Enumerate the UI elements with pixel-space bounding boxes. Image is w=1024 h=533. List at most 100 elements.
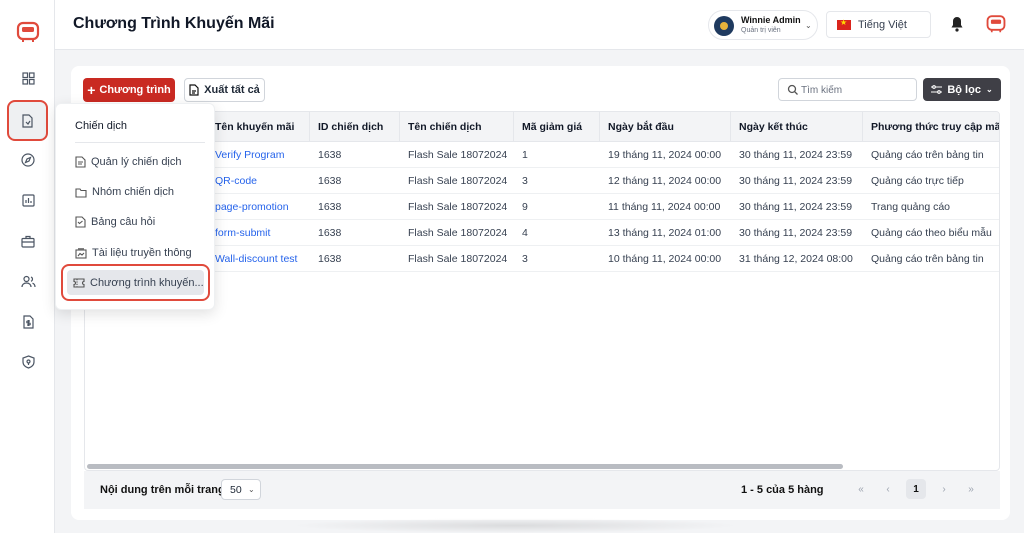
menu-item-promotions[interactable]: Chương trình khuyến... — [67, 270, 204, 295]
per-page-select[interactable]: 50 ⌄ — [221, 479, 261, 500]
campaign-id: 1638 — [318, 149, 342, 161]
document-icon — [189, 84, 199, 96]
bell-icon[interactable] — [948, 15, 966, 33]
briefcase-icon[interactable] — [18, 231, 38, 251]
end-date: 30 tháng 11, 2024 23:59 — [739, 175, 853, 187]
user-menu[interactable]: Winnie Admin Quản trị viên ⌄ — [708, 10, 818, 40]
report-icon[interactable] — [18, 190, 38, 210]
add-program-button[interactable]: + Chương trình — [83, 78, 175, 102]
promotion-name-link[interactable]: page-promotion — [215, 201, 289, 213]
column-header[interactable]: Ngày kết thúc — [739, 121, 808, 133]
language-selector[interactable]: Tiếng Việt — [826, 11, 931, 38]
page-title: Chương Trình Khuyến Mãi — [73, 15, 275, 32]
column-header[interactable]: Mã giảm giá — [522, 121, 582, 133]
divider — [75, 142, 205, 143]
campaign-name: Flash Sale 18072024 — [408, 175, 508, 187]
menu-item-campaign-management[interactable]: Quản lý chiến dịch — [75, 152, 182, 172]
column-header[interactable]: ID chiến dịch — [318, 121, 383, 133]
language-label: Tiếng Việt — [858, 19, 907, 31]
per-page-value: 50 — [230, 484, 242, 496]
document-list-icon — [75, 156, 86, 168]
table-header: Tên khuyến mãi ID chiến dịch Tên chiến d… — [85, 112, 999, 142]
column-header[interactable]: Ngày bắt đầu — [608, 121, 674, 133]
first-page-button[interactable]: « — [851, 479, 871, 499]
pagination-footer: Nội dung trên mỗi trang: 50 ⌄ 1 - 5 của … — [84, 471, 1000, 509]
export-all-button[interactable]: Xuất tất cả — [184, 78, 265, 102]
promotions-table: Tên khuyến mãi ID chiến dịch Tên chiến d… — [84, 111, 1000, 471]
search-input[interactable] — [801, 82, 911, 98]
end-date: 30 tháng 11, 2024 23:59 — [739, 149, 853, 161]
discount-code: 3 — [522, 175, 528, 187]
ticket-icon — [73, 277, 85, 288]
promotion-name-link[interactable]: form-submit — [215, 227, 270, 239]
folder-icon — [75, 187, 87, 198]
campaign-name: Flash Sale 18072024 — [408, 149, 508, 161]
chevron-down-icon: ⌄ — [248, 485, 255, 494]
start-date: 19 tháng 11, 2024 00:00 — [608, 149, 722, 161]
column-header[interactable]: Tên khuyến mãi — [215, 121, 294, 133]
next-page-button[interactable]: › — [934, 479, 954, 499]
user-role: Quản trị viên — [741, 27, 781, 34]
dashboard-icon[interactable] — [18, 68, 38, 88]
user-name: Winnie Admin — [741, 15, 801, 25]
billing-icon[interactable] — [18, 312, 38, 332]
promotion-name-link[interactable]: QR-code — [215, 175, 257, 187]
campaign-name: Flash Sale 18072024 — [408, 253, 508, 265]
campaign-submenu: Chiến dịch Quản lý chiến dịch Nhóm chiến… — [55, 103, 215, 310]
access-method: Quảng cáo trực tiếp — [871, 175, 964, 187]
current-page-button[interactable]: 1 — [906, 479, 926, 499]
avatar — [714, 16, 734, 36]
menu-item-label: Nhóm chiến dịch — [92, 186, 174, 198]
campaign-id: 1638 — [318, 175, 342, 187]
discount-code: 1 — [522, 149, 528, 161]
end-date: 31 tháng 12, 2024 08:00 — [739, 253, 853, 265]
plus-icon: + — [87, 82, 96, 98]
brand-logo-icon[interactable] — [15, 18, 41, 44]
assistant-robot-icon[interactable] — [985, 12, 1007, 34]
menu-item-media-docs[interactable]: Tài liệu truyền thông — [75, 243, 192, 263]
column-header[interactable]: Phương thức truy cập mã — [871, 121, 999, 133]
menu-item-promotions-highlight: Chương trình khuyến... — [61, 264, 210, 301]
menu-item-label: Chương trình khuyến... — [90, 276, 204, 289]
table-row[interactable]: Verify Program 1638 Flash Sale 18072024 … — [85, 142, 999, 168]
filter-button[interactable]: Bộ lọc ⌄ — [923, 78, 1001, 101]
promotion-name-link[interactable]: Verify Program — [215, 149, 284, 161]
menu-item-label: Quản lý chiến dịch — [91, 156, 182, 168]
menu-item-campaign-groups[interactable]: Nhóm chiến dịch — [75, 182, 174, 202]
menu-item-questionnaire[interactable]: Bảng câu hỏi — [75, 212, 155, 232]
campaign-name: Flash Sale 18072024 — [408, 201, 508, 213]
sidebar — [0, 0, 55, 533]
last-page-button[interactable]: » — [961, 479, 981, 499]
compass-icon[interactable] — [18, 150, 38, 170]
access-method: Quảng cáo trên bảng tin — [871, 149, 984, 161]
prev-page-button[interactable]: ‹ — [878, 479, 898, 499]
chevron-down-icon: ⌄ — [985, 85, 993, 94]
campaign-id: 1638 — [318, 227, 342, 239]
discount-code: 3 — [522, 253, 528, 265]
menu-item-label: Tài liệu truyền thông — [92, 247, 192, 259]
media-icon — [75, 247, 87, 259]
security-icon[interactable] — [18, 352, 38, 372]
filter-label: Bộ lọc — [947, 83, 981, 96]
access-method: Quảng cáo theo biểu mẫu — [871, 227, 992, 239]
table-row[interactable]: Wall-discount test 1638 Flash Sale 18072… — [85, 246, 999, 272]
end-date: 30 tháng 11, 2024 23:59 — [739, 227, 853, 239]
campaign-icon[interactable] — [7, 100, 48, 141]
table-row[interactable]: form-submit 1638 Flash Sale 18072024 4 1… — [85, 220, 999, 246]
vietnam-flag-icon — [837, 18, 851, 30]
discount-code: 9 — [522, 201, 528, 213]
top-bar: Chương Trình Khuyến Mãi Winnie Admin Quả… — [55, 0, 1024, 50]
users-icon[interactable] — [18, 271, 38, 291]
table-row[interactable]: page-promotion 1638 Flash Sale 18072024 … — [85, 194, 999, 220]
filter-sliders-icon — [931, 85, 943, 94]
promotion-name-link[interactable]: Wall-discount test — [215, 253, 297, 265]
discount-code: 4 — [522, 227, 528, 239]
search-box[interactable] — [778, 78, 917, 101]
row-range-text: 1 - 5 của 5 hàng — [741, 484, 824, 496]
window-shadow — [290, 518, 740, 533]
horizontal-scrollbar[interactable] — [87, 464, 843, 469]
start-date: 10 tháng 11, 2024 00:00 — [608, 253, 722, 265]
table-row[interactable]: QR-code 1638 Flash Sale 18072024 3 12 th… — [85, 168, 999, 194]
column-header[interactable]: Tên chiến dịch — [408, 121, 482, 133]
submenu-title: Chiến dịch — [75, 120, 127, 132]
